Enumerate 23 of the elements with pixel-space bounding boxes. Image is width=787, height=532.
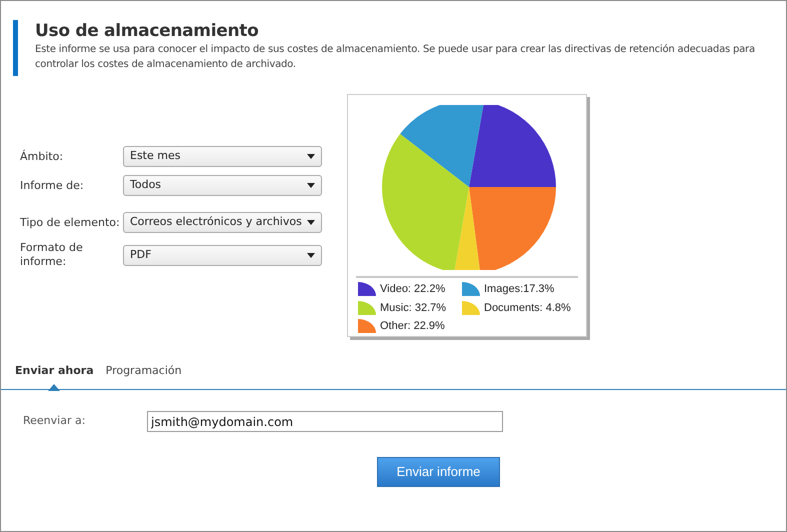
field-label: Tipo de elemento:	[20, 216, 121, 230]
email-field[interactable]: jsmith@mydomain.com	[147, 411, 503, 432]
tab[interactable]: Programación	[106, 363, 182, 390]
dropdown[interactable]: Todos	[123, 175, 322, 196]
legend-label: Music: 32.7%	[380, 300, 446, 316]
caret-icon	[307, 220, 315, 225]
dropdown[interactable]: PDF	[123, 244, 322, 266]
field-label: Reenviar a:	[23, 413, 86, 430]
field-label: Formato de informe:	[20, 241, 84, 269]
page-description: Este informe se usa para conocer el impacto de sus costes de almacenamiento. Se puede usar para crear las directivas de retención adecuadas para controlar los costes de almacenamiento de archivado.	[35, 43, 756, 72]
legend-label: Images:17.3%	[484, 282, 554, 297]
tab[interactable]: Enviar ahora	[15, 363, 94, 390]
field-label: Ámbito:	[20, 150, 64, 164]
dropdown[interactable]: Correos electrónicos y archivos	[123, 212, 322, 233]
legend-label: Other: 22.9%	[380, 319, 445, 334]
caret-icon	[307, 252, 315, 258]
page-title: Uso de almacenamiento	[35, 20, 260, 42]
legend-label: Documents: 4.8%	[484, 300, 571, 316]
caret-icon	[307, 183, 315, 188]
legend-label: Video: 22.2%	[380, 282, 446, 297]
dropdown[interactable]: Este mes	[123, 146, 322, 167]
field-label: Informe de:	[20, 178, 85, 192]
caret-icon	[307, 154, 315, 159]
